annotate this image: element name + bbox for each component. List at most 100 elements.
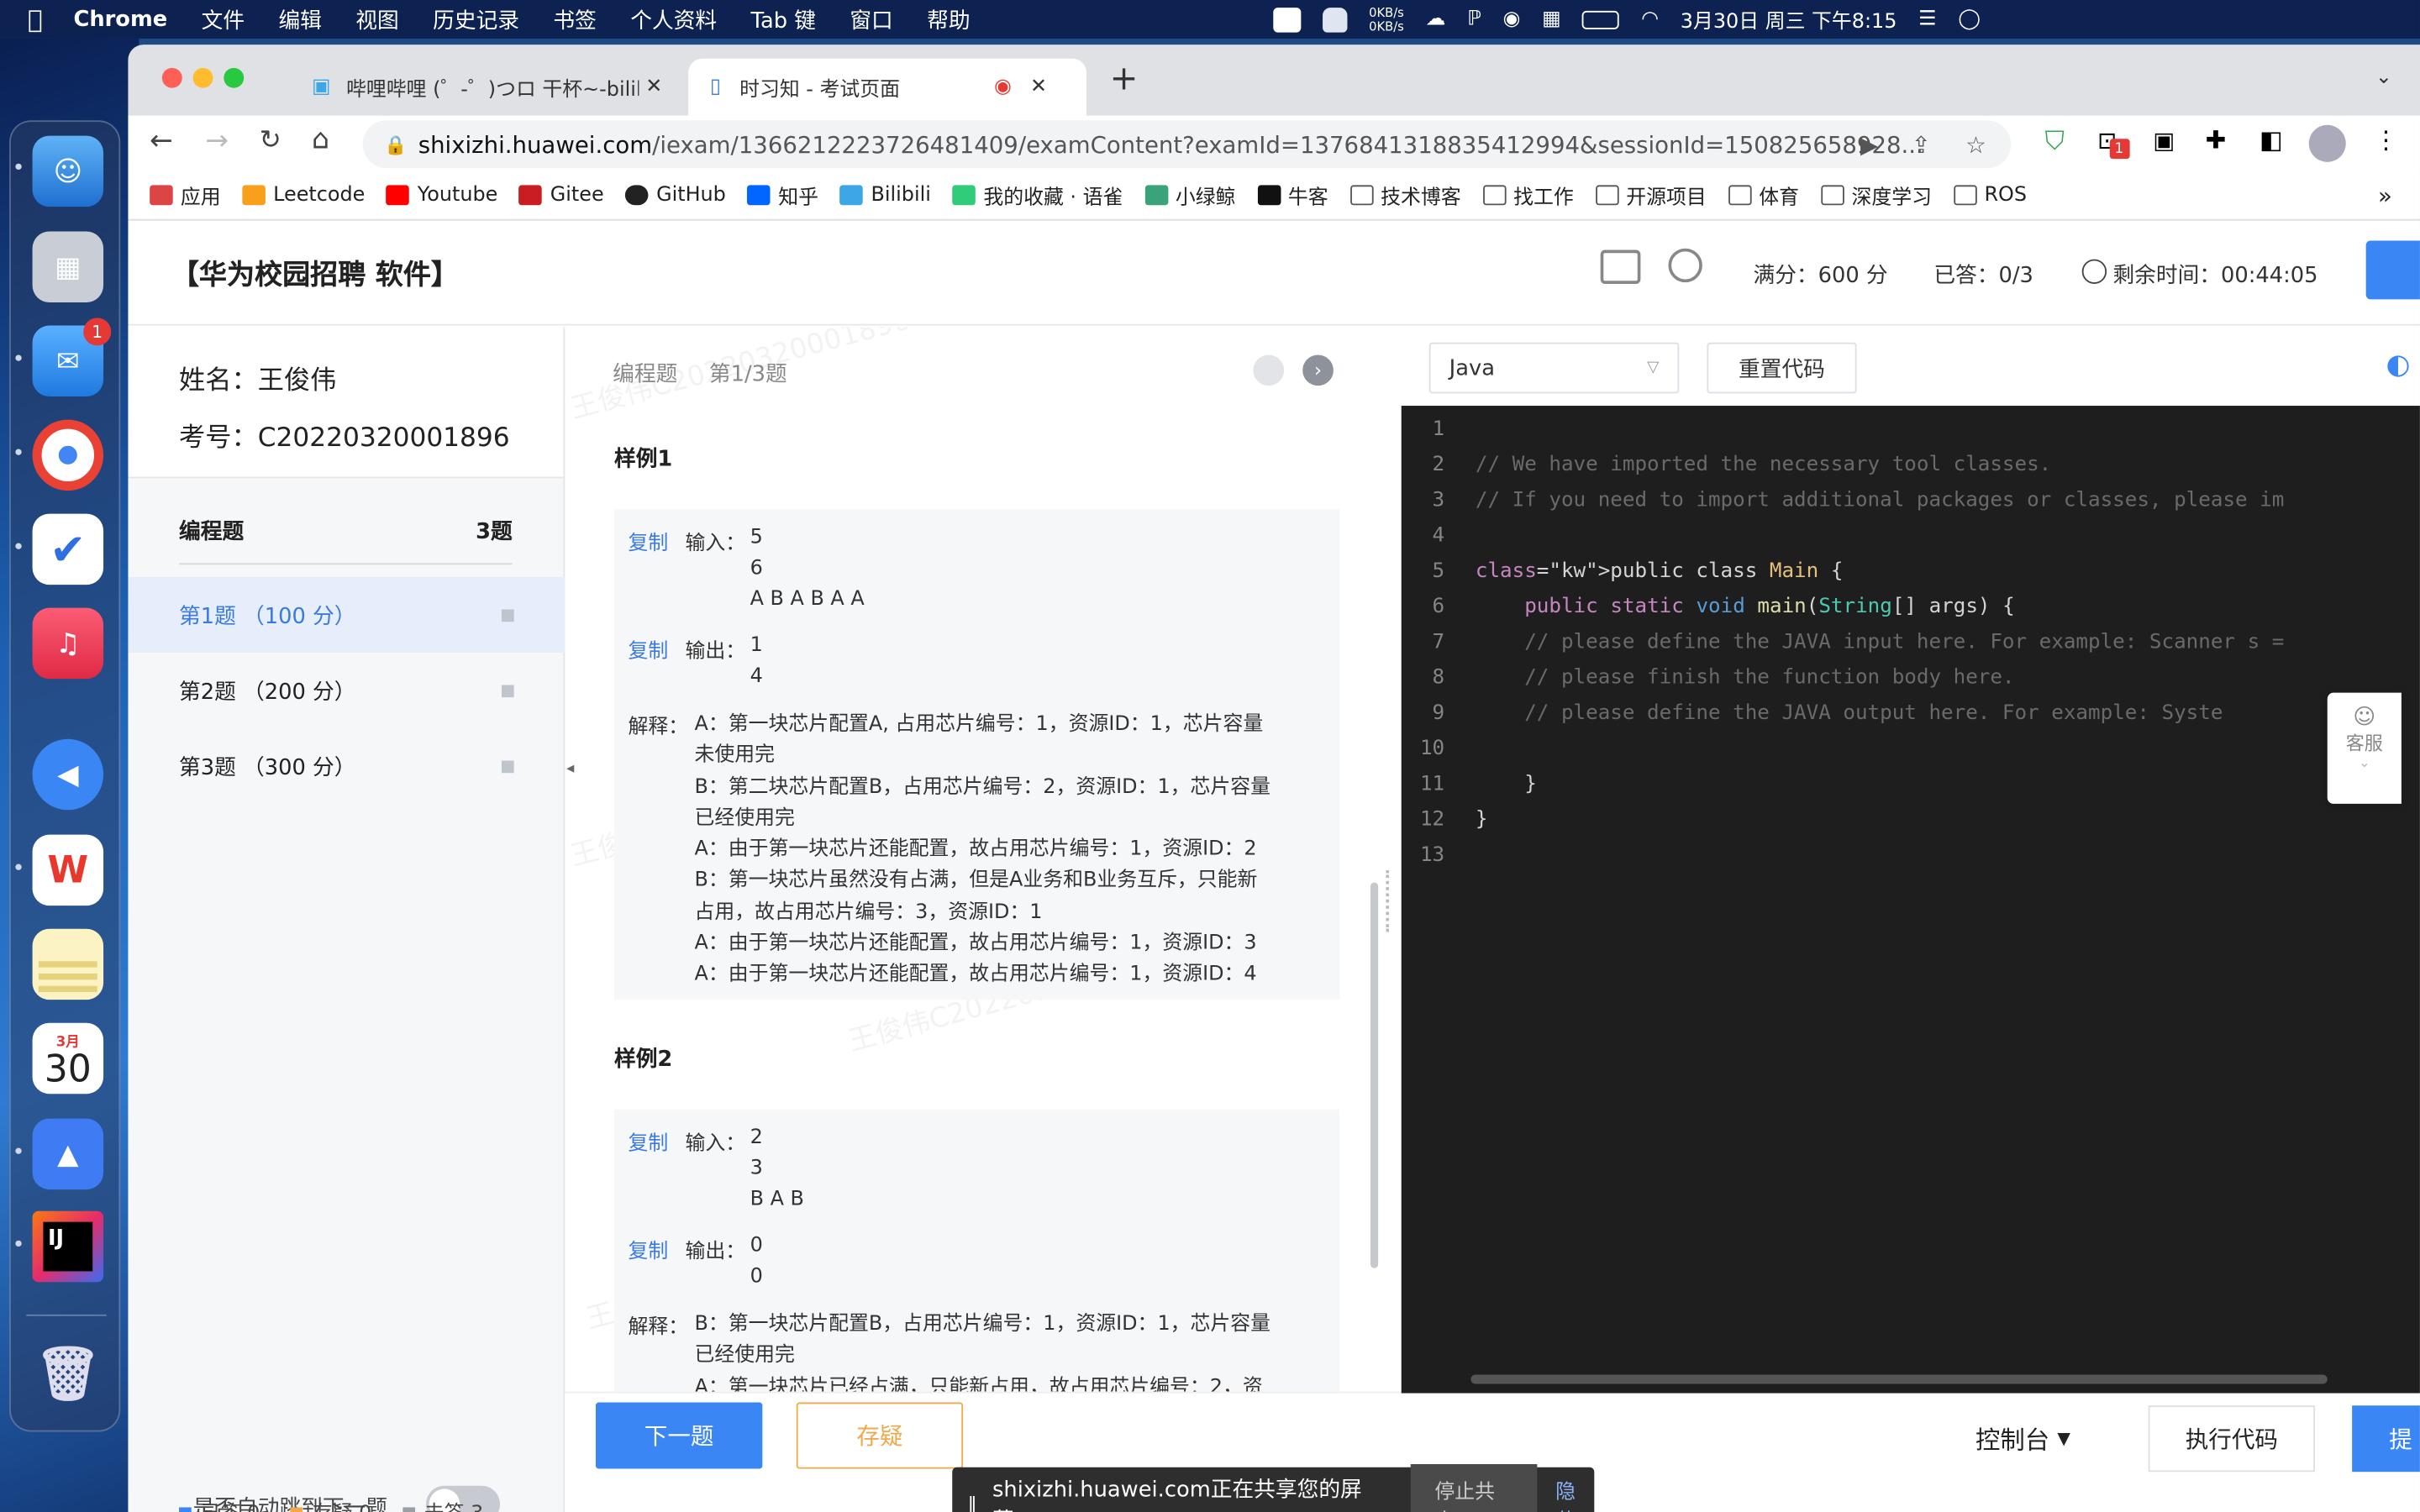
language-select[interactable]: Java ▽ <box>1428 342 1680 394</box>
menu-bookmarks[interactable]: 书签 <box>553 4 596 35</box>
editor-hscrollbar[interactable] <box>1470 1374 2328 1384</box>
copy-output-button[interactable]: 复制 <box>629 634 669 664</box>
share-icon[interactable]: ⇪ <box>1912 130 1931 158</box>
clock-datetime[interactable]: 3月30日 周三 下午8:15 <box>1681 5 1897 34</box>
menu-help[interactable]: 帮助 <box>927 4 970 35</box>
notes-icon[interactable] <box>32 928 104 1000</box>
next-question-button[interactable]: 下一题 <box>595 1402 763 1469</box>
intellij-icon[interactable]: IJ <box>32 1210 104 1283</box>
console-toggle[interactable]: 控制台 ▼ <box>1975 1420 2070 1457</box>
chrome-icon[interactable] <box>32 419 104 491</box>
sidepanel-icon[interactable]: ◧ <box>2260 125 2283 155</box>
menu-file[interactable]: 文件 <box>202 4 245 35</box>
bookmark-folder-sports[interactable]: 体育 <box>1728 181 1799 210</box>
run-code-button[interactable]: 执行代码 <box>2148 1405 2316 1473</box>
bookmark-zhihu[interactable]: 知乎 <box>747 181 818 210</box>
music-icon[interactable]: ♫ <box>32 607 104 680</box>
bookmark-gitee[interactable]: Gitee <box>519 184 604 207</box>
stop-sharing-button[interactable]: 停止共享 <box>1409 1464 1538 1512</box>
next-question-icon[interactable]: › <box>1302 354 1334 386</box>
wps-icon[interactable]: W <box>32 834 104 906</box>
submit-button[interactable]: 提 <box>2352 1405 2420 1473</box>
launchpad-icon[interactable]: ▦ <box>32 231 104 302</box>
copy-input-button[interactable]: 复制 <box>629 526 669 556</box>
lark-icon[interactable]: ▲ <box>32 1118 104 1190</box>
bookmark-folder-jobs[interactable]: 找工作 <box>1482 181 1574 210</box>
wps-tray-icon[interactable] <box>1273 7 1302 32</box>
bookmark-yuque[interactable]: 我的收藏 · 语雀 <box>952 181 1123 210</box>
apple-icon[interactable]:  <box>28 5 43 34</box>
todo-icon[interactable]: ✔ <box>32 513 104 585</box>
star-icon[interactable]: ☆ <box>1965 130 1986 158</box>
siri-icon[interactable]: ◯ <box>1958 8 1981 31</box>
drag-handle-icon[interactable]: ‖ <box>968 1494 977 1512</box>
close-tab-icon[interactable]: ✕ <box>645 76 662 99</box>
menu-view[interactable]: 视图 <box>355 4 398 35</box>
bookmark-folder-ros[interactable]: ROS <box>1953 184 2027 207</box>
close-window-button[interactable] <box>161 67 182 88</box>
cloud-icon[interactable]: ☁ <box>1426 8 1446 31</box>
mail-icon[interactable]: ✉ 1 <box>32 318 112 397</box>
forward-icon[interactable]: → <box>205 125 229 158</box>
copy-output-button[interactable]: 复制 <box>629 1234 669 1264</box>
menu-kebab-icon[interactable]: ⋮ <box>2374 125 2398 155</box>
bookmark-youtube[interactable]: Youtube <box>387 184 497 207</box>
menu-window[interactable]: 窗口 <box>850 4 892 35</box>
menu-tab[interactable]: Tab 键 <box>750 4 815 35</box>
close-tab-icon[interactable]: ✕ <box>1030 76 1047 99</box>
finder-icon[interactable]: ☺ <box>32 135 104 207</box>
paw-icon[interactable]: ℙ <box>1467 8 1481 31</box>
menu-app-name[interactable]: Chrome <box>73 7 167 31</box>
question-item-2[interactable]: 第2题 （200 分） <box>128 653 565 728</box>
extension-icon[interactable]: ⊡ 1 <box>2097 127 2129 160</box>
trash-icon[interactable]: 🗑 <box>33 1339 103 1410</box>
bookmark-folder-blog[interactable]: 技术博客 <box>1349 181 1461 210</box>
bookmark-apps[interactable]: 应用 <box>150 181 221 210</box>
bookmark-github[interactable]: GitHub <box>625 184 726 207</box>
code-editor[interactable]: 1 2 3 4 5 6 7 8 9 10 11 12 13 // We have… <box>1401 406 2420 1394</box>
tab-bilibili[interactable]: ▣ 哔哩哔哩 (゜-゜)つロ 干杯~-bilil ✕ <box>290 59 676 116</box>
tab-search-icon[interactable]: ⌄ <box>2375 66 2392 90</box>
hide-share-button[interactable]: 隐藏 <box>1555 1475 1594 1512</box>
bookmark-bilibili[interactable]: Bilibili <box>839 184 931 207</box>
shield-ext-icon[interactable]: ⛉ <box>2045 127 2065 158</box>
collapse-sidebar-icon[interactable]: ◂ <box>566 739 585 801</box>
header-submit-button[interactable] <box>2365 240 2420 300</box>
cast-icon[interactable]: ▣ <box>2153 127 2175 155</box>
tab-exam[interactable]: ▯ 时习知 - 考试页面 ◉ ✕ <box>688 58 1087 116</box>
problem-scrollbar[interactable] <box>1370 882 1379 1268</box>
menu-history[interactable]: 历史记录 <box>433 4 519 35</box>
bookmark-xiaolvjing[interactable]: 小绿鲸 <box>1144 181 1235 210</box>
bookmark-folder-opensource[interactable]: 开源项目 <box>1595 181 1707 210</box>
avatar[interactable] <box>2308 124 2346 162</box>
control-center-icon[interactable]: ☰ <box>1918 8 1936 31</box>
address-bar[interactable]: 🔒 shixizhi.huawei.com/iexam/136621222372… <box>362 120 2012 169</box>
reload-icon[interactable]: ↻ <box>260 125 281 156</box>
play-circle-icon[interactable]: ◉ <box>1503 8 1521 31</box>
minimize-window-button[interactable] <box>192 67 213 88</box>
bookmarks-overflow[interactable]: » <box>2378 181 2392 209</box>
zoom-window-button[interactable] <box>224 67 245 88</box>
cat-tray-icon[interactable] <box>1323 7 1348 32</box>
camera-status-icon[interactable] <box>1668 248 1702 283</box>
bookmark-folder-dl[interactable]: 深度学习 <box>1820 181 1932 210</box>
mark-doubt-button[interactable]: 存疑 <box>796 1402 964 1469</box>
new-tab-button[interactable]: + <box>1110 60 1139 99</box>
copy-input-button[interactable]: 复制 <box>629 1126 669 1156</box>
menu-profile[interactable]: 个人资料 <box>630 4 717 35</box>
camera-icon[interactable]: ▶ <box>1860 130 1878 158</box>
prev-question-icon[interactable] <box>1253 354 1285 386</box>
calendar-icon[interactable]: 3月 30 <box>32 1022 104 1095</box>
settings-icon[interactable]: ◐ <box>2386 349 2411 381</box>
bookmark-nowcoder[interactable]: 牛客 <box>1257 181 1328 210</box>
puzzle-icon[interactable]: ✚ <box>2206 125 2227 155</box>
battery-icon[interactable] <box>1582 9 1620 29</box>
feishu-icon[interactable]: ◀ <box>32 738 104 811</box>
monitor-icon[interactable] <box>1600 249 1641 284</box>
bookmark-leetcode[interactable]: Leetcode <box>242 184 365 207</box>
question-item-3[interactable]: 第3题 （300 分） <box>128 728 565 804</box>
menu-edit[interactable]: 编辑 <box>278 4 321 35</box>
back-icon[interactable]: ← <box>150 125 173 158</box>
splitter-handle[interactable] <box>1386 869 1392 932</box>
home-icon[interactable]: ⌂ <box>312 123 329 156</box>
